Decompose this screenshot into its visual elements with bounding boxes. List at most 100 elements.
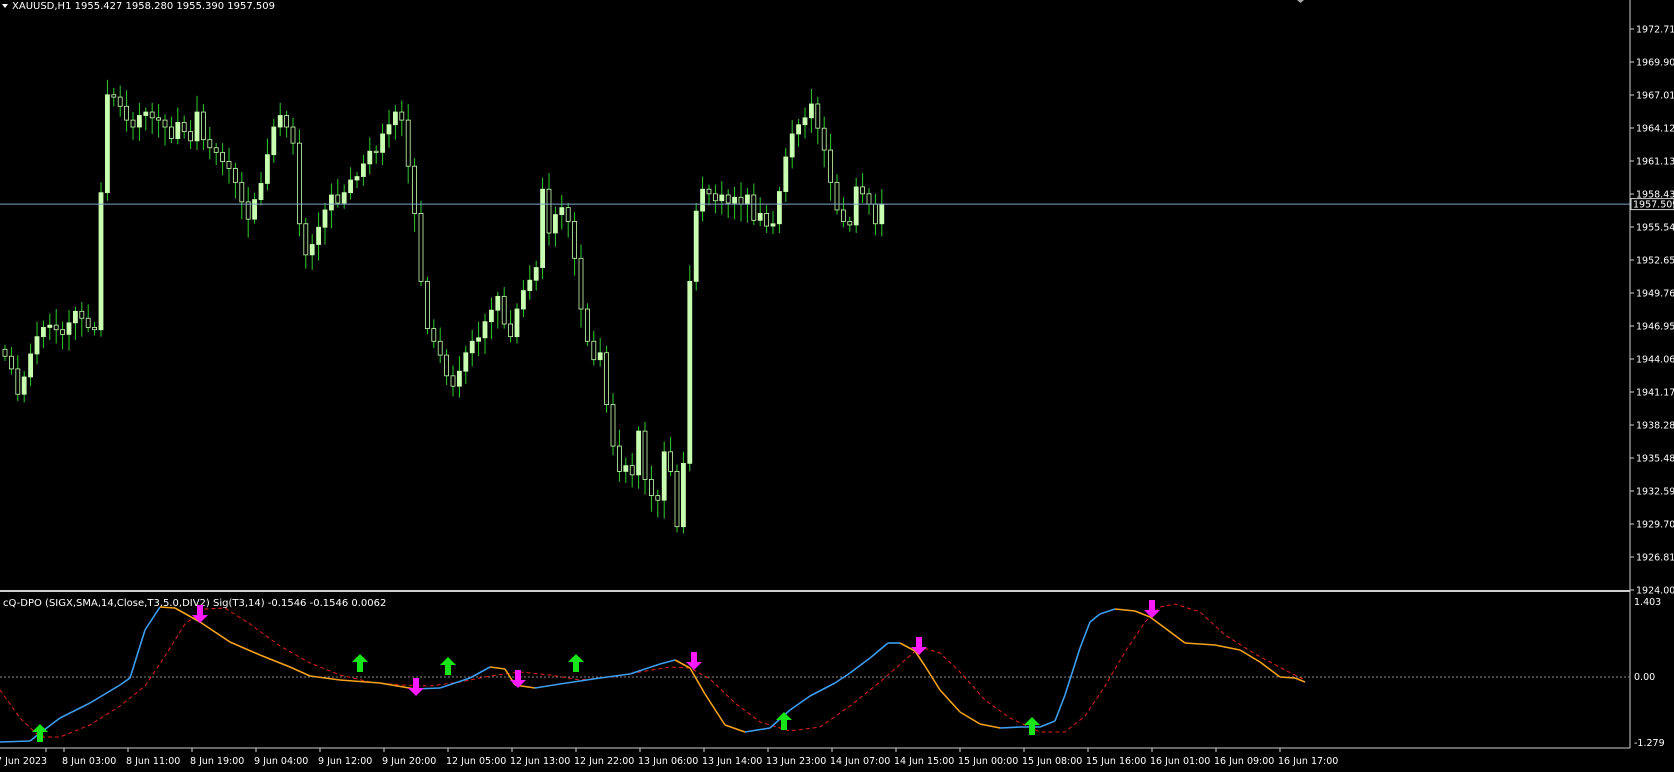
price-axis-label: 1941.175 xyxy=(1636,388,1674,399)
candle-body xyxy=(188,131,194,142)
candle-body xyxy=(124,105,129,121)
candle-body xyxy=(713,193,718,202)
candle-body xyxy=(642,430,648,480)
candle-body xyxy=(693,210,699,282)
candle-body xyxy=(130,119,136,128)
candle-body xyxy=(572,221,577,259)
chart-canvas[interactable]: 1972.710 1969.905 1967.015 1964.125 1961.135… xyxy=(0,0,1674,772)
candle-body xyxy=(239,181,245,203)
candle-body xyxy=(757,213,763,221)
candle-body xyxy=(725,194,731,204)
candle-body xyxy=(873,203,878,225)
price-axis-label: 1938.285 xyxy=(1636,421,1674,432)
candle-body xyxy=(360,163,366,177)
candle-body xyxy=(732,196,737,204)
candle-body xyxy=(764,213,769,227)
candle-body xyxy=(354,176,360,181)
candle-body xyxy=(348,179,354,194)
candle-body xyxy=(258,183,264,200)
price-axis-label: 1967.015 xyxy=(1636,91,1674,102)
candle-body xyxy=(143,111,149,116)
candle-body xyxy=(636,430,641,476)
candle-body xyxy=(34,336,40,355)
candle-body xyxy=(591,340,597,361)
time-axis-label: 12 Jun 13:00 xyxy=(510,756,570,767)
candle-body xyxy=(866,193,872,205)
candle-body xyxy=(450,375,456,387)
time-axis-label: 9 Jun 12:00 xyxy=(318,756,372,767)
price-axis-label: 1946.955 xyxy=(1636,322,1674,333)
candle-body xyxy=(821,127,827,151)
candle-body xyxy=(661,451,667,501)
candle-body xyxy=(399,111,405,121)
candle-body xyxy=(495,295,501,311)
candle-body xyxy=(444,354,450,377)
candle-body xyxy=(777,191,782,225)
candle-body xyxy=(181,122,187,133)
candle-body xyxy=(111,94,117,98)
candle-body xyxy=(578,257,584,310)
candle-body xyxy=(802,117,808,126)
candle-body xyxy=(796,124,801,135)
candle-body xyxy=(226,161,232,169)
time-axis-label: 15 Jun 00:00 xyxy=(958,756,1018,767)
candle-body xyxy=(585,308,590,342)
time-axis-label: 15 Jun 16:00 xyxy=(1086,756,1146,767)
candle-body xyxy=(85,317,91,328)
price-axis-label: 1955.540 xyxy=(1636,223,1674,234)
price-axis-label: 1944.065 xyxy=(1636,355,1674,366)
price-axis-label: 1949.760 xyxy=(1636,289,1674,300)
candle-body xyxy=(322,209,328,228)
time-axis-label: 16 Jun 17:00 xyxy=(1278,756,1338,767)
price-axis-label: 1932.590 xyxy=(1636,487,1674,498)
candle-body xyxy=(565,207,571,222)
candle-body xyxy=(98,192,104,331)
candle-body xyxy=(745,194,750,205)
candle-body xyxy=(252,199,258,220)
candle-body xyxy=(175,122,181,139)
candle-body xyxy=(655,495,661,501)
candle-body xyxy=(719,194,725,202)
candle-body xyxy=(853,186,859,226)
candle-body xyxy=(53,324,59,331)
candle-body xyxy=(105,94,110,194)
candle-body xyxy=(770,223,776,227)
candle-body xyxy=(514,308,520,338)
candle-body xyxy=(316,226,322,245)
dpo-segment xyxy=(159,606,176,609)
candle-body xyxy=(412,165,418,214)
time-axis-label: 16 Jun 01:00 xyxy=(1150,756,1210,767)
time-axis-label: 13 Jun 23:00 xyxy=(766,756,826,767)
dpo-segment xyxy=(1279,676,1296,679)
candle-body xyxy=(546,188,552,234)
candle-body xyxy=(469,340,475,354)
candle-body xyxy=(540,188,545,268)
candle-body xyxy=(367,150,373,165)
candle-body xyxy=(284,115,290,128)
candle-body xyxy=(700,188,705,212)
candle-body xyxy=(623,465,629,472)
time-axis-label: 14 Jun 07:00 xyxy=(830,756,890,767)
price-axis-label: 1972.710 xyxy=(1636,25,1674,36)
candle-body xyxy=(296,142,302,225)
indicator-axis-zero: 0.00 xyxy=(1634,672,1655,683)
candle-body xyxy=(751,194,757,221)
candle-body xyxy=(66,322,72,335)
candle-body xyxy=(783,156,789,192)
candle-body xyxy=(60,329,65,335)
candle-body xyxy=(834,181,840,211)
dpo-segment xyxy=(999,726,1021,729)
candle-body xyxy=(521,290,526,310)
candle-body xyxy=(508,323,514,338)
candle-body xyxy=(117,96,123,107)
candle-body xyxy=(533,267,539,281)
candle-body xyxy=(553,214,558,234)
candle-body xyxy=(527,279,533,291)
dpo-segment xyxy=(0,740,31,743)
candle-body xyxy=(431,328,437,342)
candle-body xyxy=(309,244,315,256)
candle-body xyxy=(809,103,814,119)
candle-body xyxy=(264,154,270,184)
candle-body xyxy=(271,126,277,156)
candle-body xyxy=(424,280,430,329)
